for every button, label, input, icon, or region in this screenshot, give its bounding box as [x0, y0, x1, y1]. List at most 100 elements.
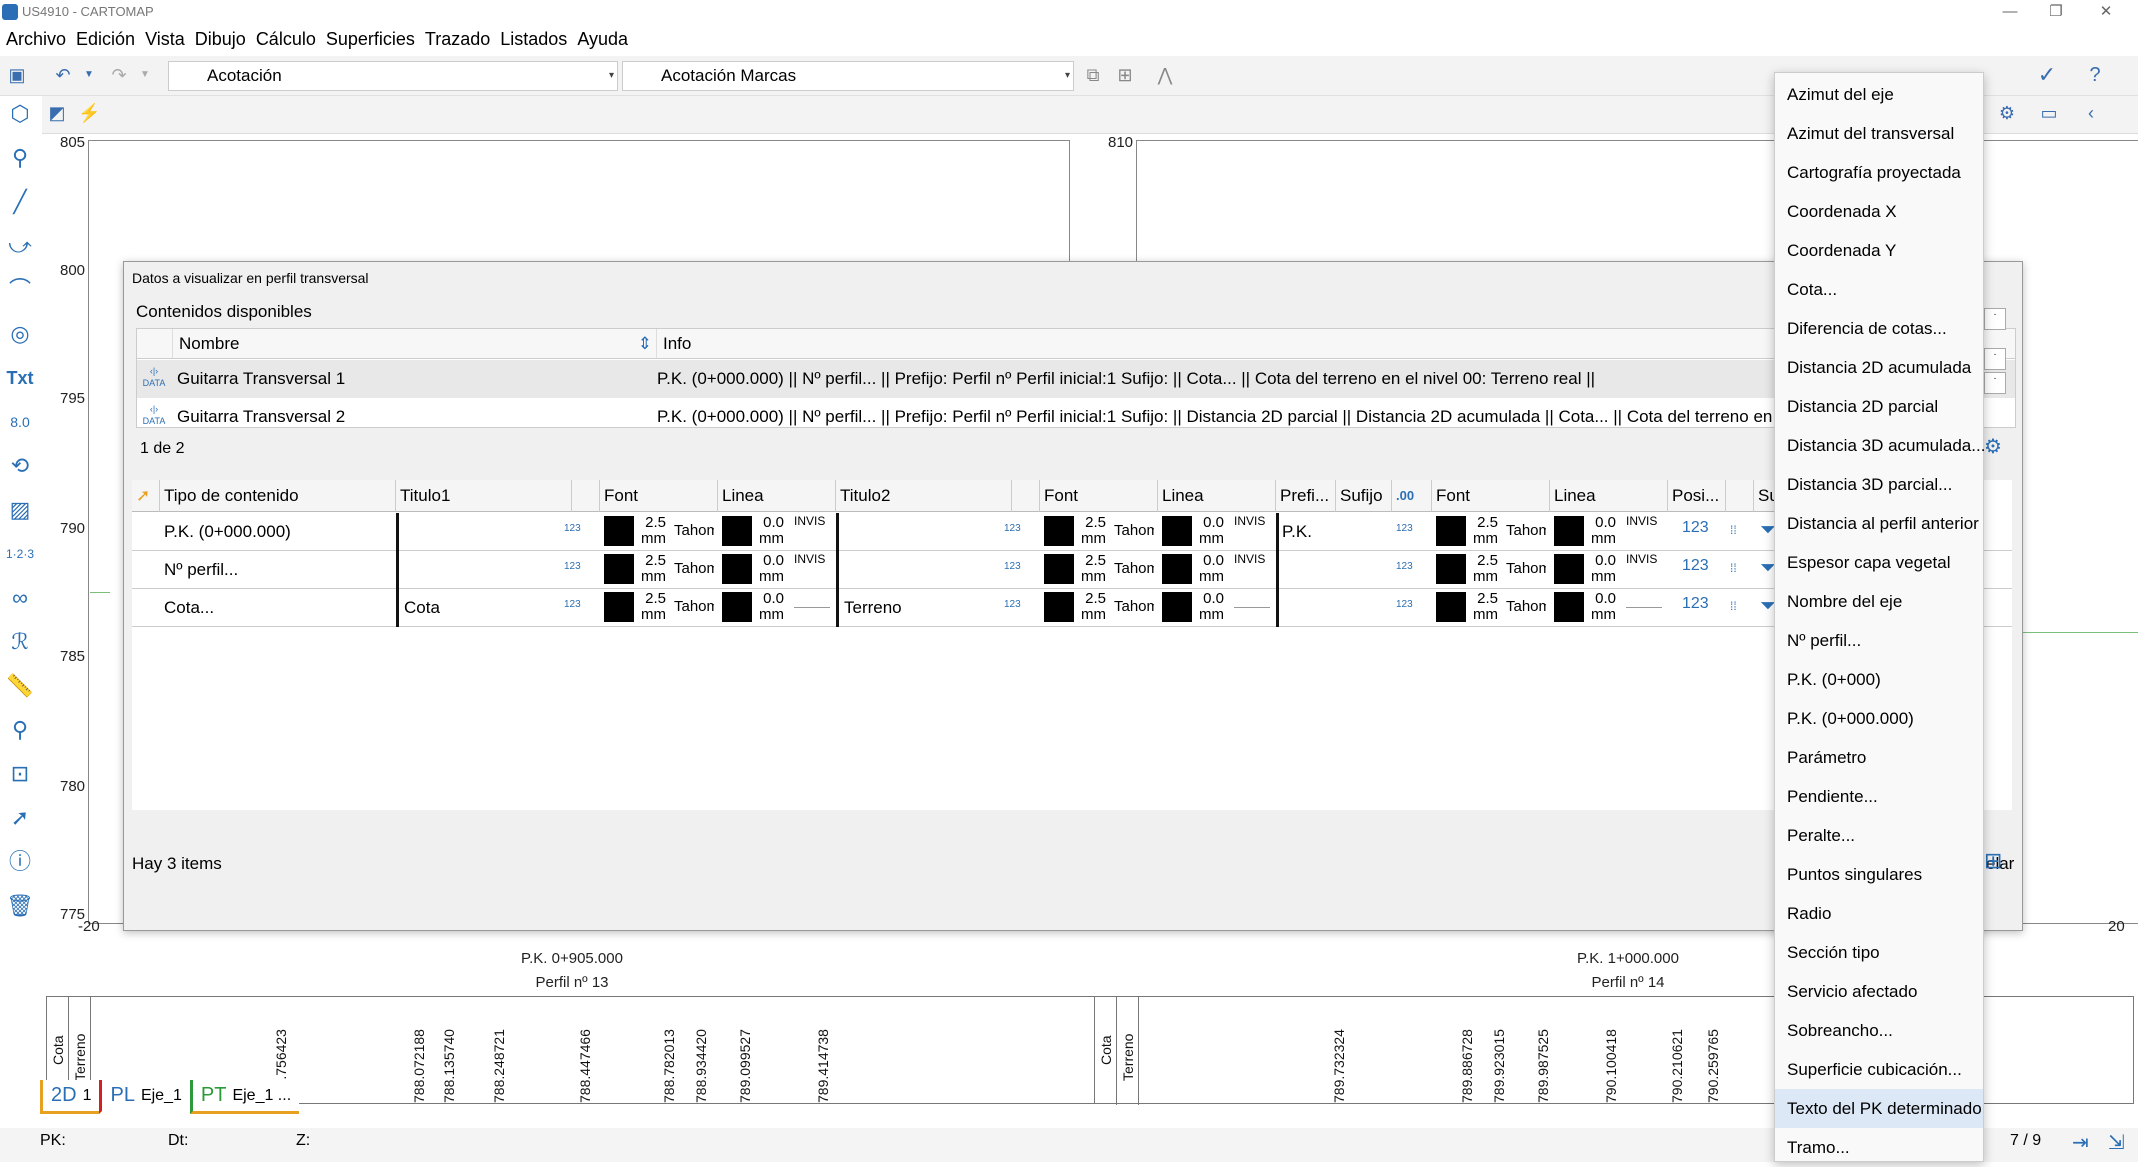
line-color-swatch[interactable]: [1162, 592, 1192, 622]
menu-item[interactable]: Nº perfil...: [1775, 621, 1983, 660]
position-icon[interactable]: 123: [1682, 557, 1709, 575]
pin-icon[interactable]: ⚲: [4, 714, 36, 746]
grid-icon[interactable]: ⊞: [1984, 848, 2002, 874]
font-size[interactable]: 2.5 mm: [636, 591, 666, 623]
numbering-icon[interactable]: 1·2·3: [4, 538, 36, 570]
menu-ayuda[interactable]: Ayuda: [573, 29, 632, 50]
font-name[interactable]: Tahoma: [674, 599, 714, 615]
color-swatch[interactable]: [1436, 516, 1466, 546]
menu-item[interactable]: Diferencia de cotas...: [1775, 309, 1983, 348]
line-size[interactable]: 0.0 mm: [754, 591, 784, 623]
last-icon[interactable]: ⇲: [2108, 1130, 2125, 1155]
line-size[interactable]: 0.0 mm: [1194, 591, 1224, 623]
menu-item[interactable]: Sobreancho...: [1775, 1011, 1983, 1050]
menu-item[interactable]: Coordenada Y: [1775, 231, 1983, 270]
number-format-icon[interactable]: 123: [564, 561, 581, 572]
color-swatch[interactable]: [604, 592, 634, 622]
arc-icon[interactable]: ⌒: [4, 274, 36, 306]
zoom-icon[interactable]: ⚲: [4, 142, 36, 174]
font-size[interactable]: 2.5 mm: [1076, 515, 1106, 547]
node-edit-icon[interactable]: ⊡: [4, 758, 36, 790]
cell-titulo2[interactable]: Terreno: [840, 589, 1010, 627]
font-name[interactable]: Tahoma: [674, 523, 714, 539]
col-titulo1[interactable]: Titulo1: [396, 480, 572, 512]
font-size[interactable]: 2.5 mm: [636, 515, 666, 547]
scroll-button[interactable]: ·: [1984, 348, 2006, 370]
menu-listados[interactable]: Listados: [496, 29, 571, 50]
minimize-icon[interactable]: —: [1990, 0, 2030, 24]
text-icon[interactable]: Txt: [4, 362, 36, 394]
line-color-swatch[interactable]: [1162, 516, 1192, 546]
menu-item[interactable]: Parámetro: [1775, 738, 1983, 777]
chevron-down-icon[interactable]: ▾: [609, 62, 614, 90]
table-row[interactable]: Cota...Cota1232.5mmTahoma0.0mmTerreno123…: [132, 589, 2012, 627]
align-icon[interactable]: ⁞⁞: [1730, 523, 1737, 537]
number-format-icon[interactable]: 123: [1004, 523, 1021, 534]
font-size[interactable]: 2.5 mm: [1076, 553, 1106, 585]
info-icon[interactable]: ⓘ: [4, 846, 36, 878]
select-arrow-icon[interactable]: ➚: [4, 802, 36, 834]
save-icon[interactable]: ▣: [6, 64, 28, 86]
line-color-swatch[interactable]: [722, 554, 752, 584]
menu-item[interactable]: Azimut del transversal: [1775, 114, 1983, 153]
menu-item[interactable]: Cota...: [1775, 270, 1983, 309]
menu-item[interactable]: Tramo...: [1775, 1128, 1983, 1167]
align-icon[interactable]: ⁞⁞: [1730, 561, 1737, 575]
col-font3[interactable]: Font: [1432, 480, 1550, 512]
color-swatch[interactable]: [1436, 592, 1466, 622]
col-font2[interactable]: Font: [1040, 480, 1158, 512]
redo-icon[interactable]: ↷: [108, 64, 130, 86]
cell-titulo1[interactable]: Cota: [400, 589, 570, 627]
menu-item[interactable]: Distancia 3D parcial...: [1775, 465, 1983, 504]
col-posicion[interactable]: Posi...: [1668, 480, 1726, 512]
menu-item[interactable]: Superficie cubicación...: [1775, 1050, 1983, 1089]
next-icon[interactable]: ⇥: [2072, 1130, 2089, 1155]
panel-icon[interactable]: ▭: [2038, 102, 2060, 124]
cell-prefijo[interactable]: P.K.: [1278, 513, 1336, 551]
cell-titulo1[interactable]: [400, 513, 570, 551]
menu-item[interactable]: Sección tipo: [1775, 933, 1983, 972]
cell-titulo1[interactable]: [400, 551, 570, 589]
gear-icon[interactable]: ⚙: [1996, 102, 2018, 124]
menu-trazado[interactable]: Trazado: [421, 29, 494, 50]
redo-dropdown-icon[interactable]: ▼: [134, 64, 156, 86]
image-icon[interactable]: ▨: [4, 494, 36, 526]
table-row[interactable]: Nº perfil...1232.5mmTahoma0.0mmINVIS1232…: [132, 551, 2012, 589]
dimension-icon[interactable]: 8.0: [4, 406, 36, 438]
font-size[interactable]: 2.5 mm: [1076, 591, 1106, 623]
line-size[interactable]: 0.0 mm: [1194, 515, 1224, 547]
line-icon[interactable]: ╱: [4, 186, 36, 218]
line-color-swatch[interactable]: [1162, 554, 1192, 584]
undo-dropdown-icon[interactable]: ▼: [78, 64, 100, 86]
symmetry-icon[interactable]: ⋀: [1154, 64, 1176, 86]
number-format-icon[interactable]: 123: [564, 599, 581, 610]
help-icon[interactable]: ?: [2084, 64, 2106, 86]
circle-icon[interactable]: ◎: [4, 318, 36, 350]
undo-icon[interactable]: ↶: [52, 64, 74, 86]
col-linea3[interactable]: Linea: [1550, 480, 1668, 512]
table-row[interactable]: ‹|› DATA Guitarra Transversal 1 P.K. (0+0…: [137, 360, 2015, 398]
scroll-up-button[interactable]: ·: [1984, 308, 2006, 330]
menu-item[interactable]: P.K. (0+000): [1775, 660, 1983, 699]
cell-prefijo[interactable]: [1278, 551, 1336, 589]
group-icon[interactable]: ⊞: [1114, 64, 1136, 86]
col-font1[interactable]: Font: [600, 480, 718, 512]
font-name[interactable]: Tahoma: [1114, 561, 1154, 577]
tab-2d[interactable]: 2D 1: [40, 1080, 100, 1114]
cell-tipo[interactable]: Cota...: [160, 589, 396, 627]
font-name[interactable]: Tahoma: [1506, 599, 1546, 615]
menu-dibujo[interactable]: Dibujo: [191, 29, 250, 50]
font-size[interactable]: 2.5 mm: [1468, 515, 1498, 547]
col-titulo2[interactable]: Titulo2: [836, 480, 1012, 512]
font-size[interactable]: 2.5 mm: [636, 553, 666, 585]
layer-combo[interactable]: Acotación ▾: [168, 61, 618, 91]
col-sufijo[interactable]: Sufijo: [1336, 480, 1392, 512]
cell-prefijo[interactable]: [1278, 589, 1336, 627]
cell-tipo[interactable]: P.K. (0+000.000): [160, 513, 396, 551]
col-tipo[interactable]: Tipo de contenido: [160, 480, 396, 512]
color-swatch[interactable]: [1044, 516, 1074, 546]
menu-item[interactable]: Distancia al perfil anterior: [1775, 504, 1983, 543]
font-name[interactable]: Tahoma: [674, 561, 714, 577]
menu-vista[interactable]: Vista: [141, 29, 189, 50]
line-color-swatch[interactable]: [722, 592, 752, 622]
